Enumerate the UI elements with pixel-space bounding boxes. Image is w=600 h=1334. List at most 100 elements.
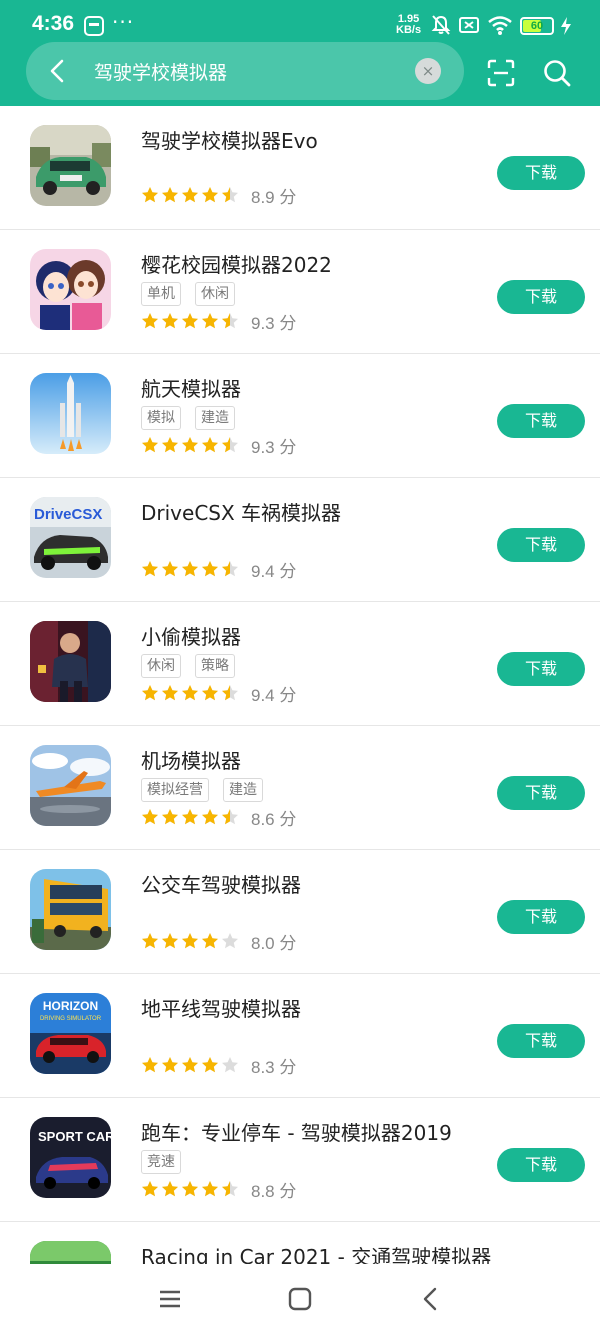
- app-title[interactable]: 驾驶学校模拟器Evo: [141, 125, 318, 154]
- app-title[interactable]: Racing in Car 2021 - 交通驾驶模拟器: [141, 1241, 491, 1264]
- star-icon: [222, 933, 238, 949]
- clear-search-button[interactable]: ×: [415, 58, 441, 84]
- status-time: 4:36: [32, 12, 75, 35]
- bus-simulator-app-icon[interactable]: [30, 869, 111, 950]
- star-icon: [222, 1181, 238, 1197]
- result-row[interactable]: 驾驶学校模拟器Evo 8.9 分 下载: [0, 106, 600, 230]
- driving-school-evo-app-icon[interactable]: [30, 125, 111, 206]
- app-tag: 策略: [195, 654, 235, 678]
- menu-icon[interactable]: [155, 1284, 185, 1314]
- star-icon: [222, 437, 238, 453]
- drivecsx-app-icon[interactable]: DriveCSX: [30, 497, 111, 578]
- thief-simulator-app-icon[interactable]: [30, 621, 111, 702]
- download-button[interactable]: 下载: [497, 1148, 585, 1182]
- result-row[interactable]: 公交车驾驶模拟器 8.0 分 下载: [0, 850, 600, 974]
- search-results-list[interactable]: 驾驶学校模拟器Evo 8.9 分 下载 樱花校园模拟器2022 单机 休闲 9.…: [0, 106, 600, 1264]
- app-title[interactable]: 地平线驾驶模拟器: [141, 993, 301, 1022]
- download-button[interactable]: 下载: [497, 156, 585, 190]
- app-title[interactable]: 机场模拟器: [141, 745, 241, 774]
- app-tag: 建造: [223, 778, 263, 802]
- app-tag: 模拟经营: [141, 778, 209, 802]
- result-row[interactable]: 樱花校园模拟器2022 单机 休闲 9.3 分 下载: [0, 230, 600, 354]
- result-row[interactable]: HORIZON DRIVING SIMULATOR 地平线驾驶模拟器 8.3 分…: [0, 974, 600, 1098]
- app-title[interactable]: 樱花校园模拟器2022: [141, 249, 332, 278]
- racing-in-car-app-icon[interactable]: [30, 1241, 111, 1264]
- star-icon: [202, 313, 218, 329]
- star-icon: [182, 187, 198, 203]
- scan-icon[interactable]: [486, 58, 516, 88]
- battery-percent: 60: [530, 20, 544, 32]
- score-value: 8.9: [251, 187, 275, 207]
- score-value: 9.4: [251, 561, 275, 581]
- star-icon: [142, 809, 158, 825]
- star-icon: [162, 561, 178, 577]
- star-rating: [141, 186, 239, 204]
- download-button[interactable]: 下载: [497, 528, 585, 562]
- download-button[interactable]: 下载: [497, 1024, 585, 1058]
- star-icon: [142, 187, 158, 203]
- search-icon[interactable]: [542, 58, 572, 88]
- back-arrow-icon[interactable]: [42, 56, 72, 86]
- sport-car-parking-app-icon[interactable]: SPORT CAR: [30, 1117, 111, 1198]
- download-button[interactable]: 下载: [497, 776, 585, 810]
- app-tag: 单机: [141, 282, 181, 306]
- sportcar-icon-label: SPORT CAR: [38, 1129, 111, 1144]
- app-title[interactable]: 公交车驾驶模拟器: [141, 869, 301, 898]
- search-bar[interactable]: 驾驶学校模拟器 ×: [26, 42, 464, 100]
- star-rating: [141, 312, 239, 330]
- star-icon: [202, 1057, 218, 1073]
- header: 4:36 ··· 1.95 KB/s 60 驾驶学校模拟器 ×: [0, 0, 600, 106]
- download-button[interactable]: 下载: [497, 652, 585, 686]
- star-rating: [141, 808, 239, 826]
- download-button[interactable]: 下载: [497, 900, 585, 934]
- star-rating: [141, 1180, 239, 1198]
- download-button[interactable]: 下载: [497, 404, 585, 438]
- star-icon: [162, 1181, 178, 1197]
- star-icon: [142, 1181, 158, 1197]
- star-icon: [182, 1057, 198, 1073]
- result-row[interactable]: 机场模拟器 模拟经营 建造 8.6 分 下载: [0, 726, 600, 850]
- result-row[interactable]: 小偷模拟器 休闲 策略 9.4 分 下载: [0, 602, 600, 726]
- download-button[interactable]: 下载: [497, 280, 585, 314]
- score-value: 8.8: [251, 1181, 275, 1201]
- score-unit: 分: [279, 561, 297, 581]
- app-title[interactable]: 航天模拟器: [141, 373, 241, 402]
- result-row[interactable]: 航天模拟器 模拟 建造 9.3 分 下载: [0, 354, 600, 478]
- app-title[interactable]: DriveCSX 车祸模拟器: [141, 497, 341, 526]
- star-icon: [142, 685, 158, 701]
- star-icon: [202, 437, 218, 453]
- star-icon: [222, 809, 238, 825]
- drivecsx-icon-label: DriveCSX: [34, 506, 102, 523]
- sakura-school-app-icon[interactable]: [30, 249, 111, 330]
- star-icon: [222, 1057, 238, 1073]
- score-value: 9.3: [251, 313, 275, 333]
- app-title[interactable]: 跑车：专业停车 - 驾驶模拟器2019: [141, 1117, 452, 1146]
- search-input[interactable]: 驾驶学校模拟器: [94, 58, 227, 85]
- star-icon: [182, 561, 198, 577]
- back-icon[interactable]: [416, 1284, 446, 1314]
- home-icon[interactable]: [285, 1284, 315, 1314]
- app-score: 8.9 分: [251, 183, 296, 208]
- result-row[interactable]: SPORT CAR 跑车：专业停车 - 驾驶模拟器2019 竞速 8.8 分 下…: [0, 1098, 600, 1222]
- horizon-driving-simulator-app-icon[interactable]: HORIZON DRIVING SIMULATOR: [30, 993, 111, 1074]
- star-icon: [202, 1181, 218, 1197]
- star-icon: [162, 187, 178, 203]
- app-score: 8.6 分: [251, 805, 296, 830]
- result-row[interactable]: DriveCSX DriveCSX 车祸模拟器 9.4 分 下载: [0, 478, 600, 602]
- star-icon: [222, 187, 238, 203]
- app-rating: 8.3 分: [141, 1054, 296, 1077]
- star-icon: [142, 437, 158, 453]
- airport-simulator-app-icon[interactable]: [30, 745, 111, 826]
- app-title[interactable]: 小偷模拟器: [141, 621, 241, 650]
- spaceflight-simulator-app-icon[interactable]: [30, 373, 111, 454]
- star-icon: [222, 685, 238, 701]
- result-row[interactable]: Racing in Car 2021 - 交通驾驶模拟器: [0, 1222, 600, 1264]
- star-icon: [162, 313, 178, 329]
- mute-bell-icon: [431, 15, 451, 35]
- app-tag: 竞速: [141, 1150, 181, 1174]
- network-speed: 1.95 KB/s: [396, 14, 421, 36]
- star-icon: [182, 313, 198, 329]
- star-icon: [182, 1181, 198, 1197]
- score-unit: 分: [279, 313, 297, 333]
- app-score: 9.3 分: [251, 433, 296, 458]
